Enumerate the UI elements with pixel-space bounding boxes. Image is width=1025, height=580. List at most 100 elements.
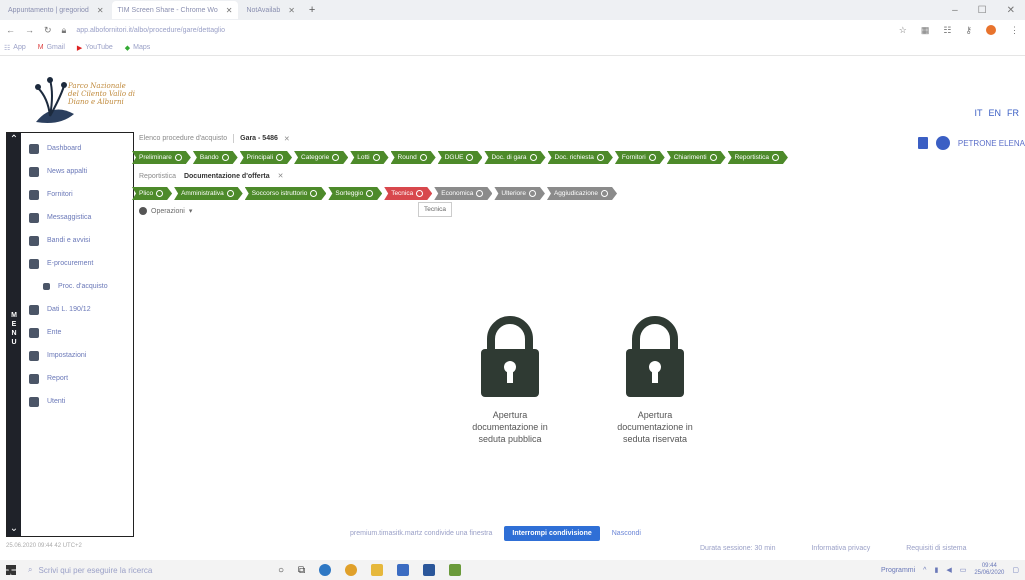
cortana-icon[interactable]: ○ bbox=[278, 565, 284, 576]
windows-start-icon[interactable] bbox=[6, 565, 16, 575]
step-tab[interactable]: Tecnica bbox=[384, 187, 432, 200]
star-icon[interactable]: ☆ bbox=[899, 25, 907, 36]
sidebar-item-label: News appalti bbox=[47, 168, 88, 175]
session-duration: Durata sessione: 30 min bbox=[700, 545, 776, 552]
sidebar-item[interactable]: Utenti bbox=[25, 390, 131, 413]
sidebar-item[interactable]: Dati L. 190/12 bbox=[25, 298, 131, 321]
step-tab[interactable]: Sorteggio bbox=[328, 187, 382, 200]
apps-icon[interactable]: ☷ bbox=[943, 25, 951, 36]
sidebar-item[interactable]: Ente bbox=[25, 321, 131, 344]
step-tab[interactable]: Plico bbox=[132, 187, 172, 200]
flag-en-icon[interactable]: EN bbox=[988, 108, 1001, 118]
word-icon[interactable] bbox=[423, 564, 436, 576]
sidebar-item[interactable]: Dashboard bbox=[25, 137, 131, 160]
network-icon[interactable]: ▮ bbox=[934, 566, 938, 574]
mail-icon[interactable] bbox=[397, 564, 410, 576]
app-icon[interactable] bbox=[449, 564, 462, 576]
sidebar-item[interactable]: Bandi e avvisi bbox=[25, 229, 131, 252]
step-tab[interactable]: Bando bbox=[193, 151, 238, 164]
maximize-icon[interactable]: ☐ bbox=[978, 5, 987, 16]
minimize-icon[interactable]: – bbox=[952, 5, 958, 16]
sidebar-item[interactable]: Report bbox=[25, 367, 131, 390]
notifications-icon[interactable]: ▢ bbox=[1012, 566, 1019, 574]
bookmark-apps[interactable]: ☷ App bbox=[4, 44, 26, 52]
breadcrumb-current[interactable]: Documentazione d'offerta bbox=[184, 173, 270, 180]
step-tab[interactable]: Round bbox=[391, 151, 436, 164]
breadcrumb-current[interactable]: Gara - 5486 bbox=[240, 135, 278, 142]
chrome-icon[interactable] bbox=[345, 564, 358, 576]
step-tab[interactable]: Economica bbox=[434, 187, 492, 200]
close-icon[interactable]: ✕ bbox=[288, 6, 295, 15]
browser-tab[interactable]: NotAvailab ✕ bbox=[240, 1, 300, 19]
bookmark-gmail[interactable]: M Gmail bbox=[38, 44, 65, 51]
document-icon[interactable] bbox=[917, 137, 928, 149]
avatar-icon[interactable] bbox=[935, 136, 950, 150]
check-icon bbox=[373, 154, 380, 161]
flag-it-icon[interactable]: IT bbox=[974, 108, 982, 118]
hide-button[interactable]: Nascondi bbox=[612, 530, 641, 537]
lock-public-card[interactable]: Apertura documentazione in seduta pubbli… bbox=[445, 315, 575, 445]
step-tab[interactable]: Principali bbox=[240, 151, 292, 164]
operations-dropdown[interactable]: Operazioni ▾ bbox=[139, 207, 192, 215]
sidebar-item[interactable]: Fornitori bbox=[25, 183, 131, 206]
bookmark-maps[interactable]: ◆ Maps bbox=[125, 44, 151, 52]
folder-icon[interactable] bbox=[371, 564, 384, 576]
step-tab[interactable]: Aggiudicazione bbox=[547, 187, 617, 200]
close-icon[interactable]: ✕ bbox=[97, 6, 104, 15]
key-icon[interactable]: ⚷ bbox=[965, 25, 972, 36]
url-field[interactable]: app.albofornitori.it/albo/procedure/gare… bbox=[76, 27, 888, 34]
task-view-icon[interactable]: ⧉ bbox=[298, 565, 305, 576]
browser-tab[interactable]: Appuntamento | gregoriod ✕ bbox=[2, 1, 110, 19]
menu-label[interactable]: MENU bbox=[10, 311, 18, 347]
sidebar-item[interactable]: News appalti bbox=[25, 160, 131, 183]
step-tab[interactable]: Fornitori bbox=[615, 151, 665, 164]
close-window-icon[interactable]: ✕ bbox=[1007, 5, 1015, 16]
step-tab[interactable]: Amministrativa bbox=[174, 187, 243, 200]
step-tab[interactable]: Soccorso istruttorio bbox=[245, 187, 327, 200]
requirements-link[interactable]: Requisiti di sistema bbox=[906, 545, 966, 552]
step-tab[interactable]: Ulteriore bbox=[494, 187, 545, 200]
programs-label[interactable]: Programmi bbox=[881, 567, 915, 574]
step-tab[interactable]: Lotti bbox=[350, 151, 388, 164]
stop-sharing-button[interactable]: Interrompi condivisione bbox=[504, 526, 600, 541]
lock-private-card[interactable]: Apertura documentazione in seduta riserv… bbox=[590, 315, 720, 445]
breadcrumb-link[interactable]: Reportistica bbox=[139, 173, 176, 180]
user-name[interactable]: PETRONE ELENA bbox=[958, 139, 1025, 148]
close-icon[interactable]: ✕ bbox=[278, 172, 284, 180]
privacy-link[interactable]: Informativa privacy bbox=[811, 545, 870, 552]
edge-icon[interactable] bbox=[319, 564, 332, 576]
step-tab[interactable]: Preliminare bbox=[132, 151, 191, 164]
chevron-up-icon[interactable]: ^ bbox=[923, 567, 926, 574]
back-icon[interactable]: ← bbox=[6, 25, 15, 35]
flag-fr-icon[interactable]: FR bbox=[1007, 108, 1019, 118]
breadcrumb-link[interactable]: Elenco procedure d'acquisto bbox=[139, 135, 227, 142]
forward-icon[interactable]: → bbox=[25, 25, 34, 35]
tooltip: Tecnica bbox=[418, 202, 453, 217]
volume-icon[interactable]: ◀︎ bbox=[946, 566, 951, 574]
more-icon[interactable]: ⋮ bbox=[1010, 25, 1019, 36]
step-tab[interactable]: Categorie bbox=[294, 151, 348, 164]
battery-icon[interactable]: ▭ bbox=[960, 566, 967, 574]
taskbar-search[interactable]: ⌕ Scrivi qui per eseguire la ricerca bbox=[28, 565, 248, 575]
step-tab[interactable]: Reportistica bbox=[728, 151, 788, 164]
close-icon[interactable]: ✕ bbox=[284, 135, 290, 143]
step-tab[interactable]: Doc. di gara bbox=[484, 151, 545, 164]
new-tab-icon[interactable]: + bbox=[309, 4, 315, 16]
clock[interactable]: 09:44 25/06/2020 bbox=[974, 563, 1004, 577]
reload-icon[interactable]: ↻ bbox=[44, 25, 52, 36]
sidebar-item[interactable]: Messaggistica bbox=[25, 206, 131, 229]
sidebar-item[interactable]: E-procurement bbox=[25, 252, 131, 275]
step-tab[interactable]: Chiarimenti bbox=[667, 151, 726, 164]
profile-icon[interactable] bbox=[986, 25, 996, 35]
extension-icon[interactable]: ▦ bbox=[921, 25, 930, 36]
sidebar-item[interactable]: Proc. d'acquisto bbox=[25, 275, 131, 298]
sidebar-item[interactable]: Impostazioni bbox=[25, 344, 131, 367]
chevron-down-icon[interactable]: ⌄ bbox=[7, 522, 21, 536]
bookmark-youtube[interactable]: ▶ YouTube bbox=[77, 44, 113, 52]
close-icon[interactable]: ✕ bbox=[226, 6, 233, 15]
chevron-up-icon[interactable]: ⌃ bbox=[7, 133, 21, 147]
step-tab[interactable]: DGUE bbox=[438, 151, 483, 164]
step-tab[interactable]: Doc. richiesta bbox=[548, 151, 613, 164]
step-label: Doc. richiesta bbox=[554, 154, 594, 161]
browser-tab-active[interactable]: TIM Screen Share - Chrome Wo ✕ bbox=[111, 1, 239, 19]
